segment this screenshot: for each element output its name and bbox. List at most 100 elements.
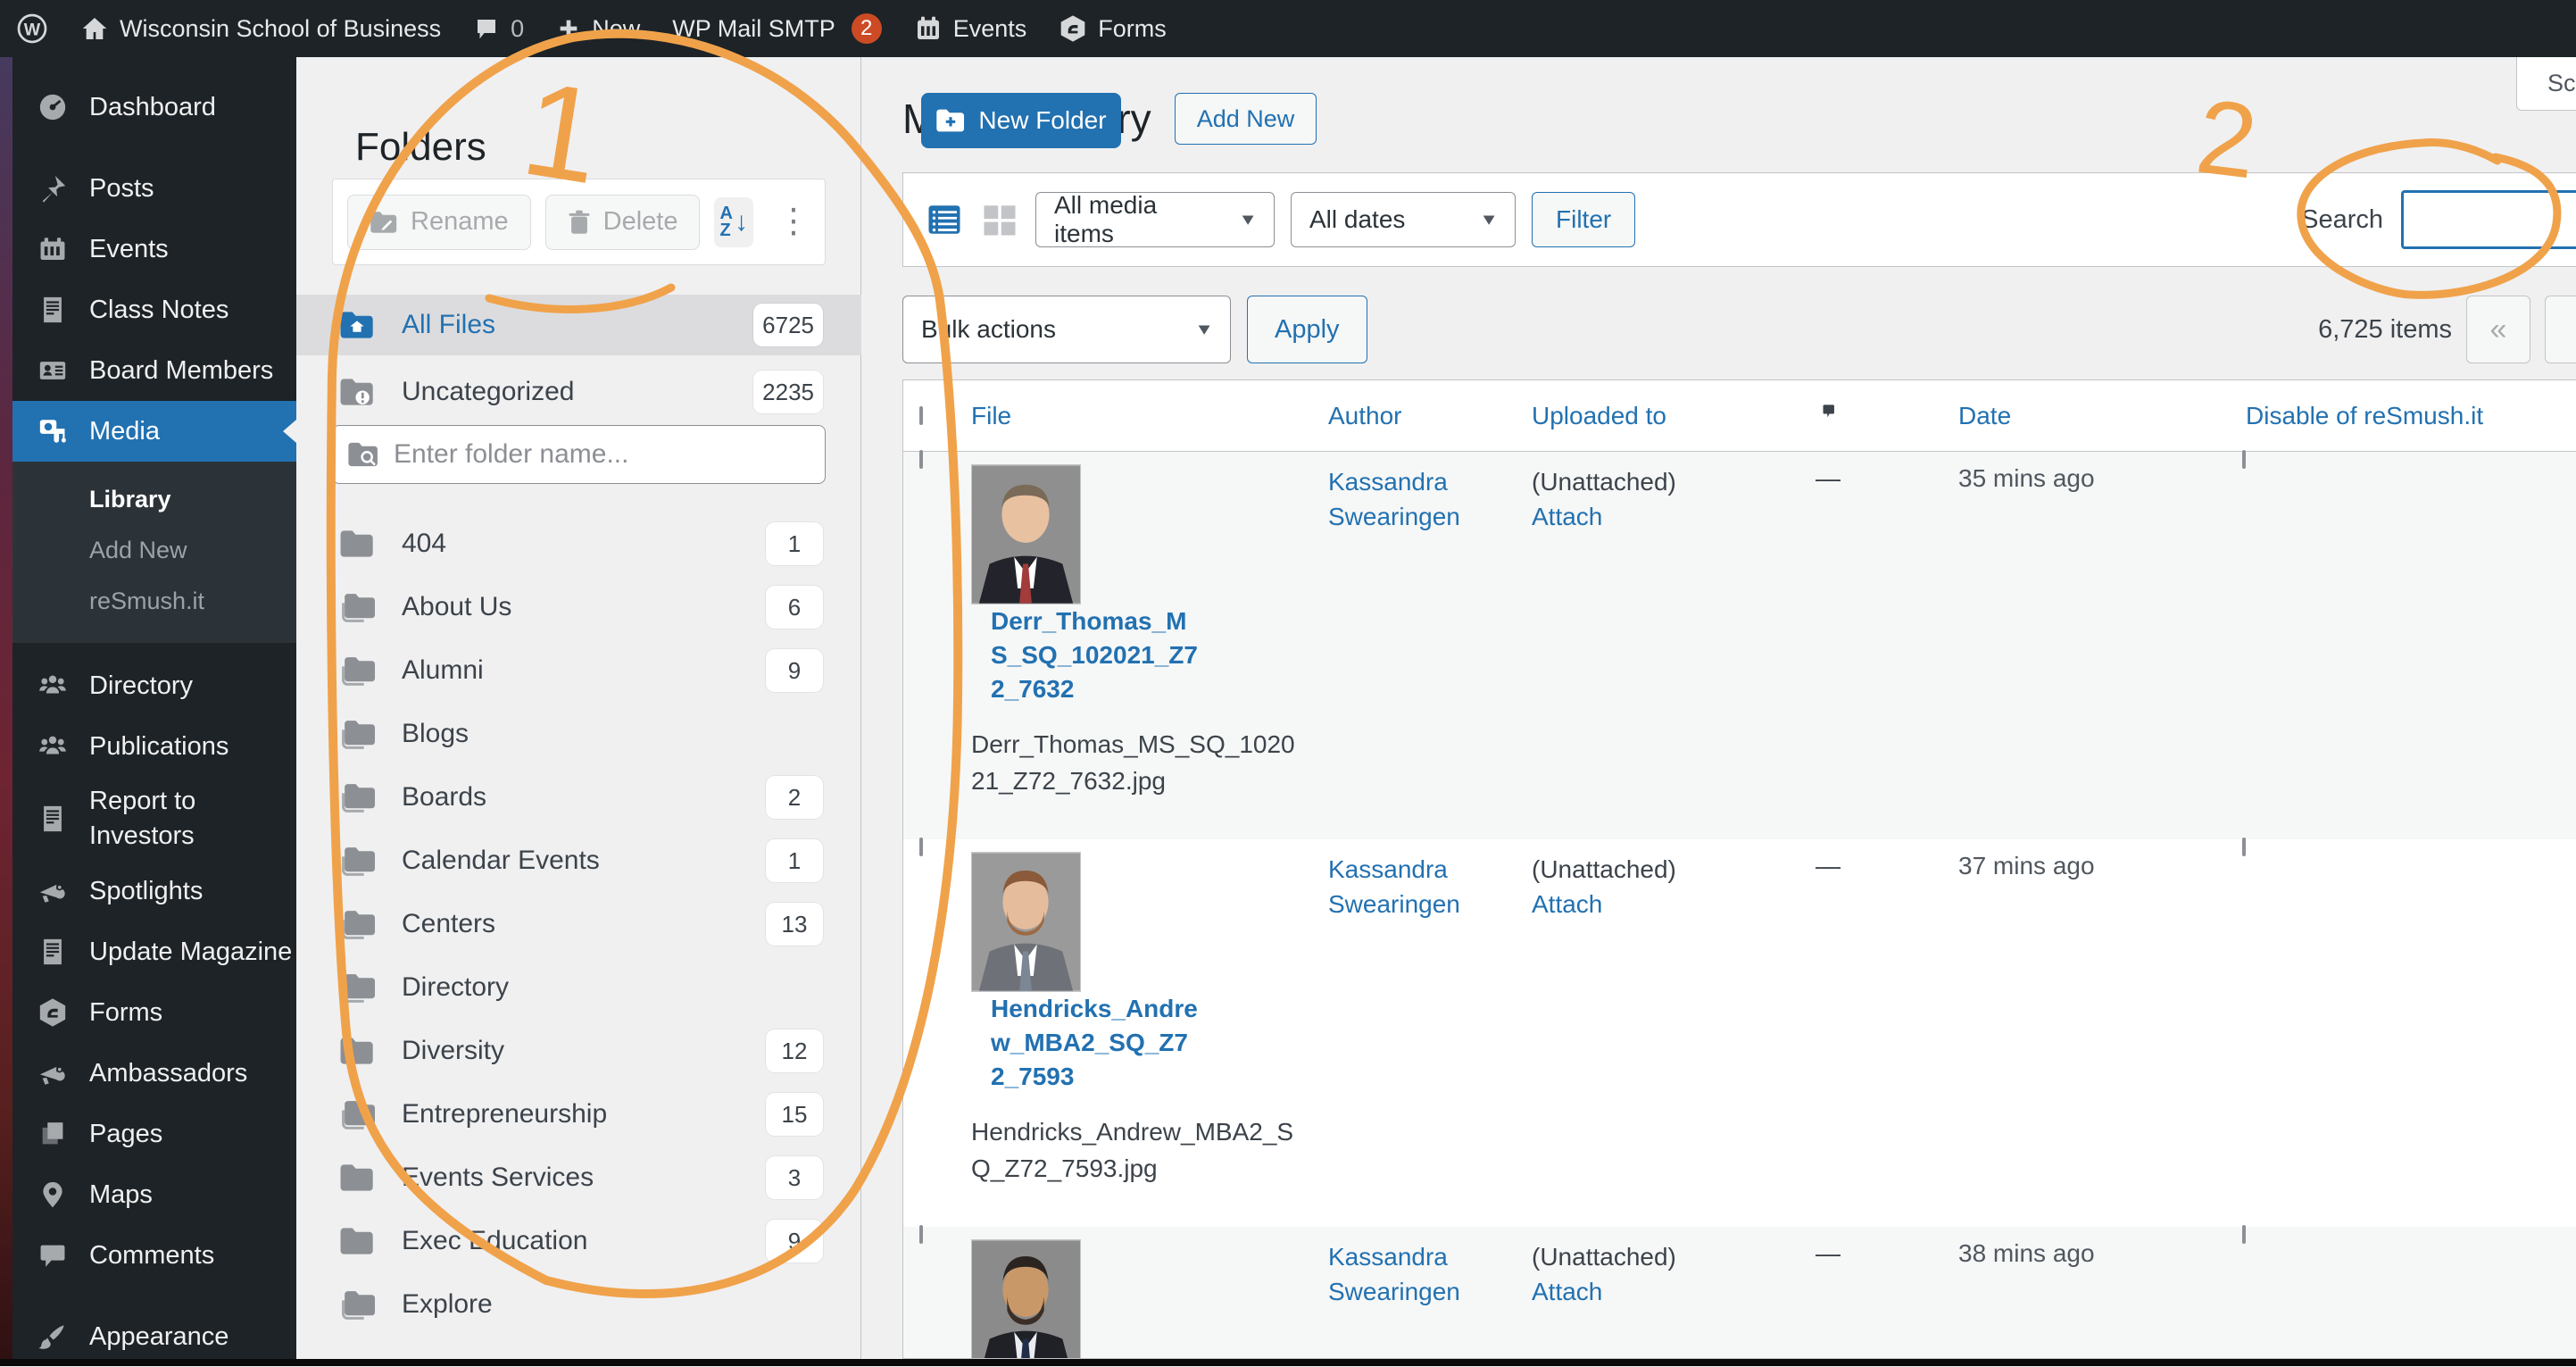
author-link[interactable]: Kassandra Swearingen <box>1328 464 1489 534</box>
column-header-author[interactable]: Author <box>1307 402 1510 430</box>
author-link[interactable]: Kassandra Swearingen <box>1328 1239 1489 1309</box>
id-card-icon <box>36 355 70 386</box>
submenu-item-add-new[interactable]: Add New <box>89 525 296 576</box>
search-input[interactable] <box>2401 190 2576 249</box>
submenu-item-library[interactable]: Library <box>89 474 296 525</box>
sidebar-item-posts[interactable]: Posts <box>12 158 296 219</box>
folder-row-centers[interactable]: Centers 13 <box>296 895 861 954</box>
wp-mail-smtp-item[interactable]: WP Mail SMTP 2 <box>656 0 898 57</box>
sort-az-button[interactable]: AZ ↓ <box>714 197 753 247</box>
resmush-disable-checkbox[interactable] <box>2242 838 2246 856</box>
attachment-thumbnail[interactable] <box>971 852 1081 992</box>
folder-stack-icon <box>339 655 375 686</box>
delete-folder-button[interactable]: Delete <box>545 195 701 250</box>
sidebar-item-spotlights[interactable]: Spotlights <box>12 861 296 921</box>
filter-button[interactable]: Filter <box>1532 192 1635 247</box>
column-header-date[interactable]: Date <box>1937 402 2224 430</box>
sidebar-label: Comments <box>89 1241 214 1271</box>
attachment-filename: Hendricks_Andrew_MBA2_SQ_Z72_7593.jpg <box>971 1114 1297 1187</box>
folder-row-directory[interactable]: Directory <box>296 958 861 1017</box>
column-header-resmush[interactable]: Disable of reSmush.it <box>2224 402 2576 430</box>
table-header-row: File Author Uploaded to Date Disable of … <box>903 380 2576 452</box>
folder-row-entrepreneurship[interactable]: Entrepreneurship 15 <box>296 1085 861 1144</box>
upload-date: 38 mins ago <box>1937 1227 2224 1268</box>
gravity-forms-icon <box>1059 14 1087 43</box>
list-view-button[interactable] <box>925 200 964 239</box>
bulk-actions-select[interactable]: Bulk actions ▼ <box>902 296 1231 363</box>
sidebar-item-update-magazine[interactable]: Update Magazine <box>12 921 296 982</box>
date-filter-select[interactable]: All dates ▼ <box>1291 192 1516 247</box>
sidebar-item-events[interactable]: Events <box>12 219 296 279</box>
sidebar-item-ambassadors[interactable]: Ambassadors <box>12 1043 296 1104</box>
folder-row-events-services[interactable]: Events Services 3 <box>296 1148 861 1207</box>
rename-folder-icon <box>370 210 398 235</box>
admin-comments-item[interactable]: 0 <box>457 0 540 57</box>
sidebar-item-board-members[interactable]: Board Members <box>12 340 296 401</box>
calendar-icon <box>36 234 70 264</box>
sidebar-item-maps[interactable]: Maps <box>12 1164 296 1225</box>
attachment-thumbnail[interactable] <box>971 1239 1081 1359</box>
attach-link[interactable]: Attach <box>1532 1274 1794 1309</box>
row-checkbox[interactable] <box>919 1225 923 1244</box>
add-new-button[interactable]: Add New <box>1175 93 1317 145</box>
attachment-title-link[interactable]: Derr_Thomas_MS_SQ_102021_Z72_7632 <box>991 604 1201 705</box>
wordpress-logo-icon[interactable]: W <box>0 0 64 57</box>
column-header-comments[interactable] <box>1794 400 1937 431</box>
folder-count: 3 <box>766 1156 823 1199</box>
sidebar-item-forms[interactable]: Forms <box>12 982 296 1043</box>
sidebar-item-dashboard[interactable]: Dashboard <box>12 77 296 138</box>
sidebar-item-directory[interactable]: Directory <box>12 655 296 716</box>
row-checkbox[interactable] <box>919 838 923 856</box>
attachment-title-link[interactable]: Hendricks_Andrew_MBA2_SQ_Z72_7593 <box>991 992 1201 1093</box>
sidebar-item-report-to-investors[interactable]: Report to Investors <box>12 777 296 861</box>
folder-row-blogs[interactable]: Blogs <box>296 704 861 763</box>
folder-search-box <box>332 425 826 484</box>
column-header-uploaded-to[interactable]: Uploaded to <box>1510 402 1794 430</box>
select-all-checkbox[interactable] <box>919 406 923 425</box>
attach-link[interactable]: Attach <box>1532 499 1794 534</box>
folder-row-diversity[interactable]: Diversity 12 <box>296 1021 861 1080</box>
folder-name: Events Services <box>402 1163 594 1193</box>
attach-link[interactable]: Attach <box>1532 887 1794 921</box>
folder-row-alumni[interactable]: Alumni 9 <box>296 641 861 700</box>
sidebar-item-comments[interactable]: Comments <box>12 1225 296 1286</box>
folder-row-404[interactable]: 404 1 <box>296 514 861 573</box>
folder-count: 13 <box>766 903 823 946</box>
new-content-item[interactable]: New <box>540 0 656 57</box>
folder-row-boards[interactable]: Boards 2 <box>296 768 861 827</box>
admin-events-item[interactable]: Events <box>898 0 1043 57</box>
folder-row-about-us[interactable]: About Us 6 <box>296 578 861 637</box>
resmush-disable-checkbox[interactable] <box>2242 450 2246 469</box>
sidebar-item-pages[interactable]: Pages <box>12 1104 296 1164</box>
folders-more-menu-icon[interactable]: ⋮ <box>777 214 810 229</box>
folder-row-explore[interactable]: Explore <box>296 1275 861 1334</box>
sidebar-item-appearance[interactable]: Appearance <box>12 1306 296 1367</box>
folder-row-calendar-events[interactable]: Calendar Events 1 <box>296 831 861 890</box>
media-type-filter-select[interactable]: All media items ▼ <box>1035 192 1275 247</box>
submenu-item-resmushit[interactable]: reSmush.it <box>89 576 296 627</box>
admin-forms-item[interactable]: Forms <box>1043 0 1183 57</box>
wp-mail-smtp-label: WP Mail SMTP <box>672 15 835 43</box>
folder-name-input[interactable] <box>394 439 810 470</box>
new-folder-button[interactable]: New Folder <box>921 93 1121 148</box>
folder-row-exec-education[interactable]: Exec Education 9 <box>296 1212 861 1271</box>
author-link[interactable]: Kassandra Swearingen <box>1328 852 1489 921</box>
rename-folder-button[interactable]: Rename <box>347 195 531 250</box>
bulk-actions-row: Bulk actions ▼ Apply 6,725 items « <box>902 295 2576 364</box>
column-header-file[interactable]: File <box>950 402 1307 430</box>
sidebar-item-class-notes[interactable]: Class Notes <box>12 279 296 340</box>
row-checkbox[interactable] <box>919 450 923 469</box>
admin-forms-label: Forms <box>1098 15 1167 43</box>
pagination-next-button[interactable] <box>2545 296 2576 363</box>
sidebar-item-publications[interactable]: Publications <box>12 716 296 777</box>
site-menu[interactable]: Wisconsin School of Business <box>64 0 457 57</box>
sidebar-item-media[interactable]: Media <box>12 401 296 462</box>
pagination-first-button[interactable]: « <box>2466 296 2530 363</box>
screen-options-tab[interactable]: Scr <box>2516 57 2576 111</box>
all-files-row[interactable]: All Files 6725 <box>296 295 861 355</box>
resmush-disable-checkbox[interactable] <box>2242 1225 2246 1244</box>
uncategorized-row[interactable]: Uncategorized 2235 <box>296 362 861 422</box>
apply-button[interactable]: Apply <box>1247 296 1367 363</box>
grid-view-button[interactable] <box>980 200 1019 239</box>
attachment-thumbnail[interactable] <box>971 464 1081 604</box>
